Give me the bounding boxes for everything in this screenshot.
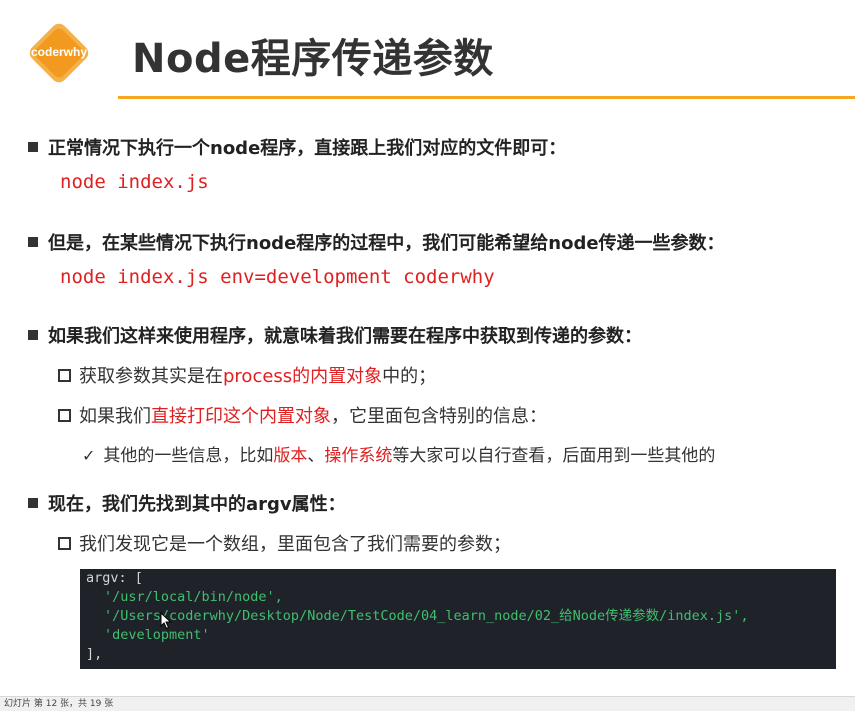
terminal-line-1: argv: [ <box>86 570 143 586</box>
slide-canvas: coderwhy Node程序传递参数 正常情况下执行一个node程序，直接跟上… <box>0 0 855 696</box>
bullet-1: 正常情况下执行一个node程序，直接跟上我们对应的文件即可： <box>28 134 566 160</box>
square-bullet-icon <box>28 498 38 508</box>
terminal-line-5: ], <box>86 646 103 662</box>
sub-3-text-b: 等大家可以自行查看，后面用到一些其他的 <box>392 446 716 466</box>
square-bullet-icon <box>28 330 38 340</box>
code-1: node index.js <box>60 171 209 193</box>
code-2: node index.js env=development coderwhy <box>60 266 495 288</box>
square-bullet-icon <box>28 142 38 152</box>
sub-1-text-b: 中的； <box>382 366 437 387</box>
status-bar: 幻灯片 第 12 张，共 19 张 <box>0 696 855 711</box>
sub-3-highlight-1: 版本 <box>273 446 308 466</box>
bullet-4: 现在，我们先找到其中的argv属性： <box>28 490 346 516</box>
bullet-3-sub-2: 如果我们直接打印这个内置对象，它里面包含特别的信息： <box>58 402 547 428</box>
bullet-3-sub-3: ✓ 其他的一些信息，比如版本、操作系统等大家可以自行查看，后面用到一些其他的 <box>82 441 715 466</box>
terminal-line-4: 'development' <box>104 627 210 643</box>
sub-1-text-a: 获取参数其实是在 <box>79 366 223 387</box>
sub-1-highlight: process的内置对象 <box>223 366 383 387</box>
bullet-1-text: 正常情况下执行一个node程序，直接跟上我们对应的文件即可： <box>48 138 567 159</box>
bullet-3: 如果我们这样来使用程序，就意味着我们需要在程序中获取到传递的参数： <box>28 322 642 348</box>
terminal-line-2: '/usr/local/bin/node', <box>104 589 283 605</box>
sub-3-separator: 、 <box>307 446 325 466</box>
sub-4-text: 我们发现它是一个数组，里面包含了我们需要的参数； <box>79 534 511 555</box>
bullet-3-text: 如果我们这样来使用程序，就意味着我们需要在程序中获取到传递的参数： <box>48 326 642 347</box>
title-divider <box>118 96 855 99</box>
sub-2-text-a: 如果我们 <box>79 406 151 427</box>
bullet-4-text: 现在，我们先找到其中的argv属性： <box>48 494 346 515</box>
sub-3-text-a: 其他的一些信息，比如 <box>103 446 274 466</box>
bullet-4-sub-1: 我们发现它是一个数组，里面包含了我们需要的参数； <box>58 530 511 556</box>
square-bullet-icon <box>28 237 38 247</box>
hollow-square-bullet-icon <box>58 408 71 422</box>
bullet-3-sub-1: 获取参数其实是在process的内置对象中的； <box>58 362 436 388</box>
hollow-square-bullet-icon <box>58 368 71 382</box>
sub-3-highlight-2: 操作系统 <box>324 446 393 466</box>
slide-title: Node程序传递参数 <box>132 36 494 82</box>
logo-text: coderwhy <box>30 45 87 59</box>
sub-2-text-b: ，它里面包含特别的信息： <box>331 406 547 427</box>
checkmark-icon: ✓ <box>82 446 96 465</box>
terminal-line-3: '/Users/coderwhy/Desktop/Node/TestCode/0… <box>104 608 749 624</box>
bullet-2: 但是，在某些情况下执行node程序的过程中，我们可能希望给node传递一些参数： <box>28 229 725 255</box>
terminal-output: argv: [ '/usr/local/bin/node', '/Users/c… <box>80 569 836 669</box>
sub-2-highlight: 直接打印这个内置对象 <box>151 406 331 427</box>
bullet-2-text: 但是，在某些情况下执行node程序的过程中，我们可能希望给node传递一些参数： <box>48 233 725 254</box>
slide-counter: 幻灯片 第 12 张，共 19 张 <box>4 699 114 709</box>
coderwhy-logo: coderwhy <box>24 18 94 88</box>
hollow-square-bullet-icon <box>58 536 71 550</box>
